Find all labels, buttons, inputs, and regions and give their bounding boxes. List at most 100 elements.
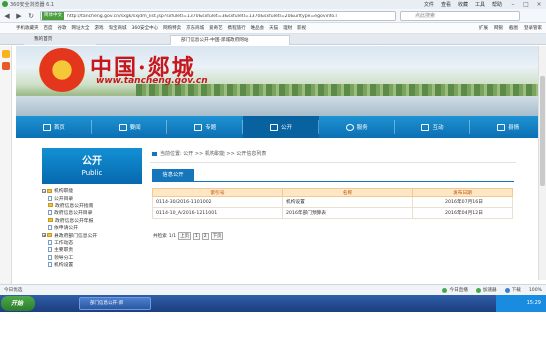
tree-node[interactable]: 政府信息公开年报	[42, 217, 142, 224]
login-manager-button[interactable]: 登录管家	[524, 25, 542, 31]
bookmark-item[interactable]: 理财	[283, 25, 292, 31]
accelerator-button[interactable]: 加速器	[475, 287, 497, 293]
scrollbar-thumb[interactable]	[540, 76, 545, 186]
taskbar-item-browser[interactable]: 部门信息公开-郯	[79, 297, 151, 310]
nav-home[interactable]: 首页	[16, 116, 92, 138]
prev-page-button[interactable]: 上页	[178, 232, 191, 240]
nav-topics[interactable]: 专题	[167, 116, 244, 138]
maximize-icon[interactable]: □	[521, 1, 531, 8]
bookmark-item[interactable]: 游戏	[95, 25, 104, 31]
download-icon	[504, 287, 510, 293]
folder-icon	[47, 233, 52, 238]
nav-topics-label: 专题	[205, 125, 217, 131]
live-button[interactable]: 今日直播	[442, 287, 468, 293]
news-icon	[118, 123, 127, 131]
national-emblem-icon	[39, 48, 85, 92]
table-row[interactable]: 0114-30/2016-1101002 机构设置 2016年07月16日	[152, 196, 513, 208]
tree-node[interactable]: 领导分工	[42, 254, 142, 261]
collapse-icon[interactable]: −	[42, 188, 46, 193]
pagination: 共检索 1/1 上页 1 2 下页	[153, 232, 224, 240]
folder-icon	[48, 218, 53, 223]
nav-interact[interactable]: 互动	[395, 116, 471, 138]
taskbar: 开始 部门信息公开-郯	[0, 295, 546, 312]
tab-active-page[interactable]: 部门信息公开-中国·郯城政府网站	[170, 35, 290, 45]
download-button[interactable]: 下载	[504, 287, 521, 293]
bookmark-item[interactable]: 携程旅行	[228, 25, 246, 31]
cell-name-link[interactable]: 2016年部门预算表	[282, 207, 413, 219]
topics-icon	[194, 123, 203, 131]
vertical-scrollbar[interactable]	[538, 46, 546, 280]
expand-icon[interactable]: +	[42, 233, 46, 238]
accelerator-label: 加速器	[482, 288, 497, 293]
tree-node[interactable]: 工作动态	[42, 239, 142, 246]
bookmark-item[interactable]: 唯品会	[251, 25, 265, 31]
tree-node[interactable]: 机构设置	[42, 261, 142, 268]
today-picks[interactable]: 今日优选	[4, 287, 22, 293]
tree-node[interactable]: 政府信息公开目录	[42, 209, 142, 216]
bookmark-item[interactable]: 爱奇艺	[209, 25, 223, 31]
bank-button[interactable]: 网银	[494, 25, 503, 31]
tree-node[interactable]: 政府信息公开指南	[42, 202, 142, 209]
section-tab[interactable]: 信息公开	[152, 169, 194, 181]
tree-node[interactable]: 公开目录	[42, 194, 142, 202]
tree-node[interactable]: + 县政府部门信息公开	[42, 231, 142, 239]
site-domain: www.tancheng.gov.cn	[96, 76, 208, 86]
minimize-icon[interactable]: –	[508, 1, 518, 8]
cell-name-link[interactable]: 机构设置	[282, 196, 413, 208]
tab-home[interactable]: 我的首页	[24, 35, 96, 45]
close-icon[interactable]: ×	[534, 1, 544, 8]
column-header-date: 发布日期	[412, 188, 513, 197]
nav-county[interactable]: 县情	[470, 116, 546, 138]
menu-tools[interactable]: 工具	[475, 1, 485, 8]
tree-node[interactable]: − 机构职能	[42, 187, 142, 194]
zoom-level[interactable]: 100%	[529, 287, 542, 293]
bookmark-item[interactable]: 手机收藏夹	[16, 25, 39, 31]
tree-node[interactable]: 依申请公开	[42, 224, 142, 231]
bookmark-item[interactable]: 天猫	[269, 25, 278, 31]
url-badge[interactable]: 简体中文	[42, 12, 64, 20]
nav-news[interactable]: 要闻	[92, 116, 168, 138]
table-row[interactable]: 0114-10_A/2016-1211001 2016年部门预算表 2016年0…	[152, 207, 513, 219]
tree-node-label: 政府信息公开指南	[55, 203, 94, 209]
banner-water	[16, 96, 546, 116]
tree-node-label: 公开目录	[54, 196, 74, 202]
url-text[interactable]: http://tancheng.gov.cn/sxgk/sxjdm_list.j…	[67, 14, 347, 19]
book-icon	[497, 123, 506, 131]
app-icon[interactable]	[1, 62, 10, 70]
bookmark-item[interactable]: 淘宝商城	[109, 25, 127, 31]
bookmark-item[interactable]: 谷歌	[58, 25, 67, 31]
page-1-button[interactable]: 1	[193, 232, 200, 240]
menu-view[interactable]: 查看	[441, 1, 451, 8]
address-bar[interactable]: 简体中文 http://tancheng.gov.cn/sxgk/sxjdm_l…	[40, 11, 396, 21]
next-page-button[interactable]: 下页	[210, 232, 224, 240]
home-icon	[42, 123, 51, 131]
sidebar-title: 公开	[82, 156, 102, 167]
bookmark-item[interactable]: 百度	[44, 25, 53, 31]
bookmark-item[interactable]: 网址大全	[72, 25, 90, 31]
extension-button[interactable]: 扩展	[479, 25, 488, 31]
tree-node-label: 机构设置	[54, 263, 74, 269]
screenshot-button[interactable]: 截图	[509, 25, 518, 31]
refresh-icon[interactable]: ↻	[26, 11, 36, 21]
sidebar-header: 公开 Public	[42, 148, 142, 184]
bookmark-item[interactable]: 京东商城	[186, 25, 204, 31]
nav-service[interactable]: 服务	[319, 116, 395, 138]
menu-file[interactable]: 文件	[424, 1, 434, 8]
nav-county-label: 县情	[508, 125, 520, 131]
nav-public[interactable]: 公开	[243, 116, 319, 138]
favorites-star-icon[interactable]	[1, 50, 10, 58]
folder-icon	[270, 123, 278, 131]
forward-icon[interactable]: ▶	[14, 11, 24, 21]
page-2-button[interactable]: 2	[201, 232, 209, 240]
search-input[interactable]: 点此搜索	[400, 11, 520, 21]
bookmark-item[interactable]: 网购特卖	[163, 25, 181, 31]
back-icon[interactable]: ◀	[2, 11, 12, 21]
bookmark-item[interactable]: 影视	[297, 25, 306, 31]
live-label: 今日直播	[449, 288, 468, 293]
document-icon	[48, 254, 52, 260]
menu-help[interactable]: 帮助	[492, 1, 502, 8]
tree-node[interactable]: 主要职责	[42, 246, 142, 253]
bookmark-item[interactable]: 360安全中心	[132, 25, 159, 31]
start-button[interactable]: 开始	[1, 296, 35, 311]
menu-favorites[interactable]: 收藏	[458, 1, 468, 8]
